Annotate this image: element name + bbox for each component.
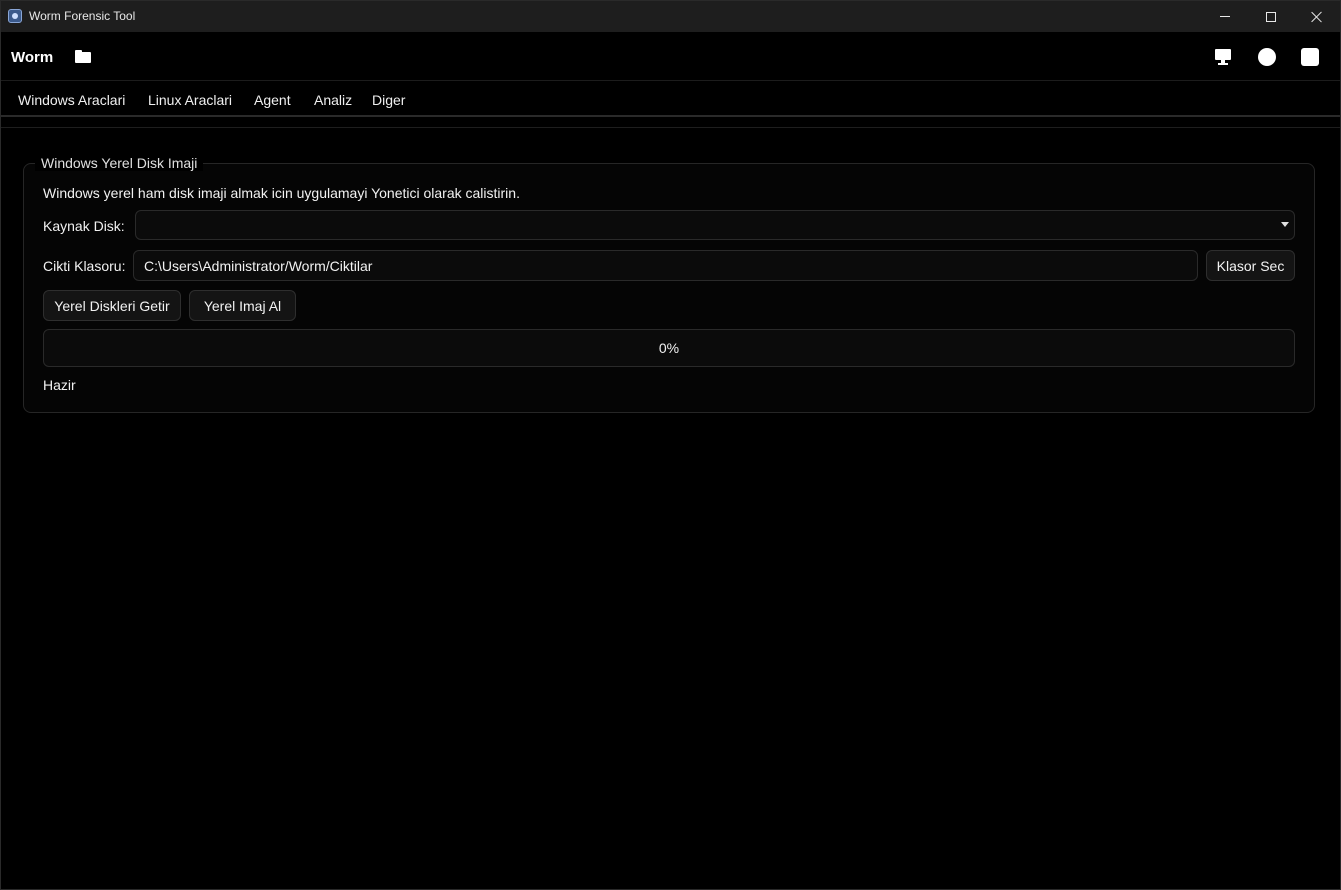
status-text: Hazir [43,377,76,393]
menu-item-diger[interactable]: Diger [372,92,405,108]
minimize-button[interactable] [1202,1,1248,32]
progress-bar: 0% [43,329,1295,367]
monitor-icon[interactable] [1215,49,1231,65]
window-title: Worm Forensic Tool [29,9,136,23]
maximize-button[interactable] [1248,1,1294,32]
folder-icon[interactable] [75,50,91,63]
minimize-icon [1220,16,1230,17]
menu-item-analiz[interactable]: Analiz [314,92,352,108]
group-title: Windows Yerel Disk Imaji [35,155,204,171]
output-folder-label: Cikti Klasoru: [43,258,126,274]
admin-info-text: Windows yerel ham disk imaji almak icin … [43,185,520,201]
take-image-button[interactable]: Yerel Imaj Al [189,290,296,321]
close-button[interactable] [1294,1,1340,32]
divider [1,127,1340,128]
progress-text: 0% [658,340,680,356]
menu-item-linux-araclari[interactable]: Linux Araclari [148,92,232,108]
app-header: Worm [1,32,1340,81]
output-folder-input[interactable] [133,250,1198,281]
menu-item-agent[interactable]: Agent [254,92,291,108]
brand-title: Worm [11,49,54,66]
square-icon[interactable] [1301,48,1319,66]
menu-item-windows-araclari[interactable]: Windows Araclari [18,92,125,108]
title-bar: Worm Forensic Tool [1,1,1340,32]
app-logo-icon [8,9,22,23]
source-disk-select[interactable] [135,210,1295,240]
chevron-down-icon [1281,222,1289,227]
source-disk-label: Kaynak Disk: [43,218,125,234]
fetch-disks-button[interactable]: Yerel Diskleri Getir [43,290,181,321]
menu-bar: Windows Araclari Linux Araclari Agent An… [1,82,1340,117]
browse-folder-button[interactable]: Klasor Sec [1206,250,1295,281]
close-icon [1311,11,1323,23]
circle-icon[interactable] [1258,48,1276,66]
maximize-icon [1266,11,1276,22]
app-window: Worm Forensic Tool Worm Windows Araclari… [0,0,1341,890]
